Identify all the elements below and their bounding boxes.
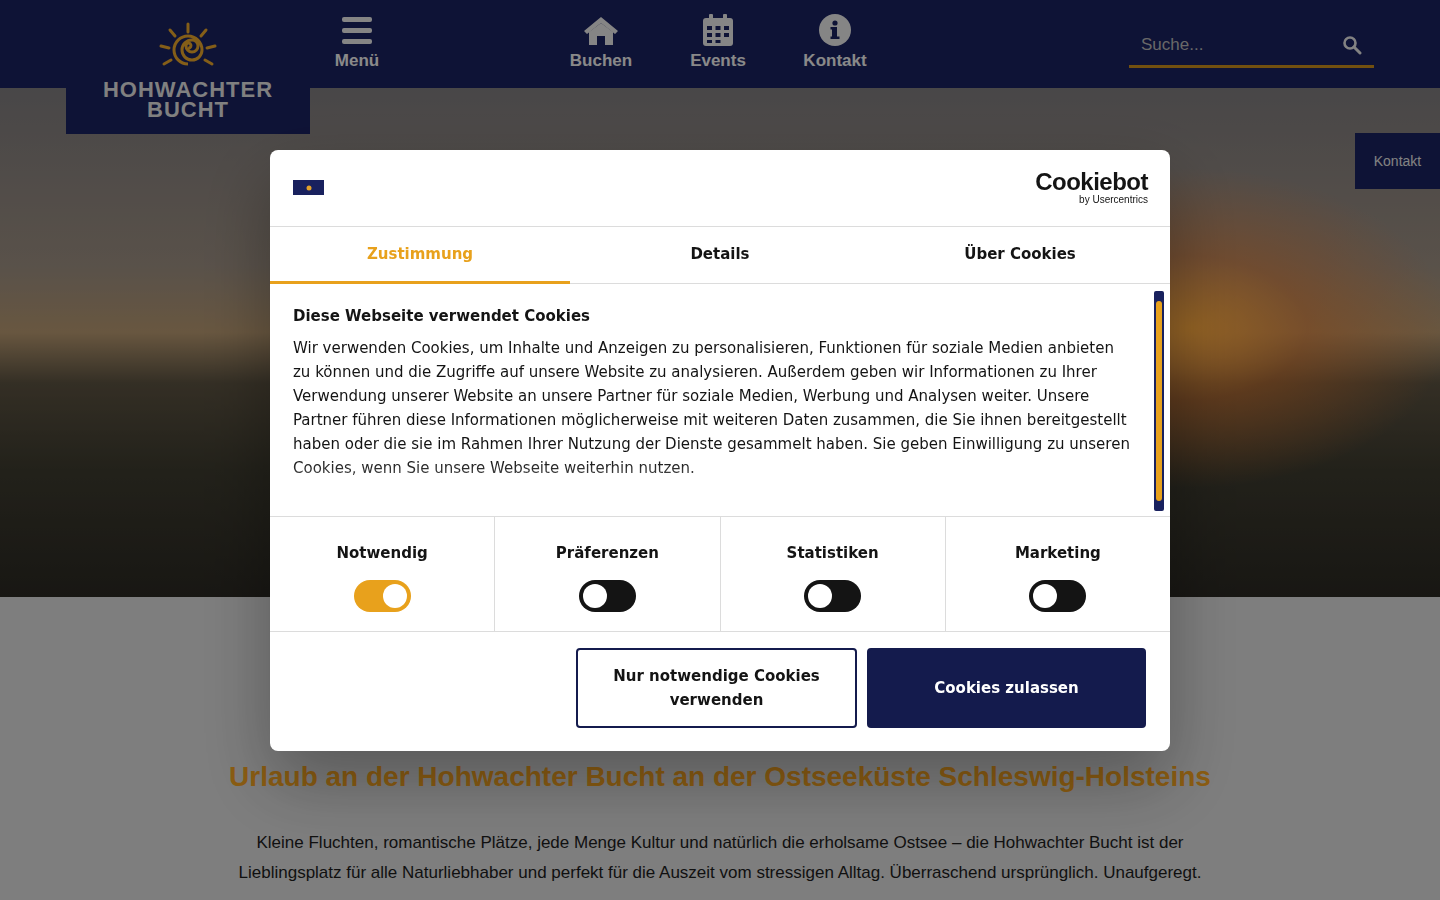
site-logo-small: [293, 180, 324, 195]
necessary-only-button[interactable]: Nur notwendige Cookies verwenden: [576, 648, 857, 728]
toggle-knob: [383, 584, 407, 608]
cookiebot-logo: Cookiebotby Usercentrics: [1035, 170, 1148, 205]
consent-paragraph: Wir verwenden Cookies, um Inhalte und An…: [293, 336, 1134, 480]
category-label: Notwendig: [336, 543, 427, 563]
dialog-tab[interactable]: Details: [570, 227, 870, 284]
cookie-dialog: Cookiebotby Usercentrics Zustimmung Detail…: [270, 150, 1170, 751]
modal-overlay: Cookiebotby Usercentrics Zustimmung Detail…: [0, 0, 1440, 900]
scrollbar[interactable]: [1154, 291, 1164, 511]
category-label: Marketing: [1015, 543, 1101, 563]
category-column: Notwendig: [270, 517, 495, 631]
toggle-switch[interactable]: [1029, 580, 1086, 612]
toggle-knob: [1033, 584, 1057, 608]
text-fade: [270, 460, 1140, 516]
consent-title: Diese Webseite verwendet Cookies: [293, 306, 1134, 326]
tab-label: Über Cookies: [964, 245, 1076, 263]
toggle-switch[interactable]: [579, 580, 636, 612]
tab-label: Details: [690, 245, 749, 263]
allow-all-button[interactable]: Cookies zulassen: [867, 648, 1146, 728]
toggle-switch[interactable]: [804, 580, 861, 612]
category-column: Marketing: [946, 517, 1170, 631]
brand-name: Cookiebot: [1035, 170, 1148, 194]
category-column: Präferenzen: [495, 517, 720, 631]
tab-label: Zustimmung: [367, 245, 473, 263]
category-label: Präferenzen: [556, 543, 659, 563]
toggle-knob: [808, 584, 832, 608]
category-toggles: Notwendig Präferenzen Statistiken Marketing: [270, 516, 1170, 631]
consent-text-area: Diese Webseite verwendet Cookies Wir verw…: [270, 284, 1170, 516]
brand-sub: by Usercentrics: [1079, 195, 1148, 205]
dialog-tabs: Zustimmung Details Über Cookies: [270, 227, 1170, 284]
dialog-tab[interactable]: Zustimmung: [270, 227, 570, 284]
category-label: Statistiken: [787, 543, 879, 563]
button-label: Cookies zulassen: [934, 676, 1078, 700]
toggle-switch[interactable]: [354, 580, 411, 612]
category-column: Statistiken: [721, 517, 946, 631]
dialog-header: Cookiebotby Usercentrics: [270, 150, 1170, 227]
dialog-tab[interactable]: Über Cookies: [870, 227, 1170, 284]
scrollbar-thumb[interactable]: [1156, 301, 1162, 501]
toggle-knob: [583, 584, 607, 608]
button-label: Nur notwendige Cookies verwenden: [602, 664, 831, 712]
logo-icon: [304, 184, 314, 192]
dialog-buttons: Nur notwendige Cookies verwenden Cookies …: [270, 631, 1170, 751]
